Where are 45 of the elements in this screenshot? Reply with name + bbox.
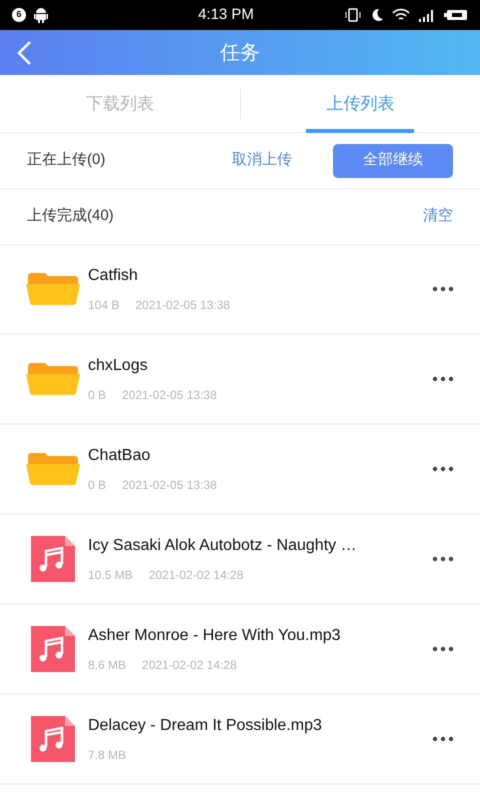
file-size: 0 B bbox=[88, 477, 106, 494]
file-name: Asher Monroe - Here With You.mp3 bbox=[88, 626, 342, 646]
music-file-icon bbox=[31, 536, 75, 582]
file-name: ChatBao bbox=[88, 446, 152, 466]
file-date: 2021-02-02 14:28 bbox=[148, 567, 244, 584]
battery-icon bbox=[444, 8, 468, 22]
cancel-upload-link[interactable]: 取消上传 bbox=[232, 149, 292, 172]
vibrate-icon bbox=[344, 8, 362, 22]
notification-badge: 6 bbox=[12, 8, 26, 22]
resume-all-button[interactable]: 全部继续 bbox=[333, 144, 453, 178]
file-date: 2021-02-02 14:28 bbox=[142, 657, 237, 674]
music-file-icon bbox=[31, 626, 75, 672]
file-size: 10.5 MB bbox=[88, 567, 133, 584]
moon-icon bbox=[370, 8, 384, 22]
uploading-label: 正在上传(0) bbox=[27, 150, 106, 170]
file-date: 2021-02-05 13:38 bbox=[135, 297, 230, 314]
file-size: 7.8 MB bbox=[88, 747, 126, 764]
folder-icon bbox=[26, 452, 80, 486]
more-icon bbox=[432, 646, 454, 652]
file-date: 2021-02-05 13:38 bbox=[122, 477, 217, 494]
android-icon bbox=[34, 8, 48, 22]
file-size: 8.6 MB bbox=[88, 657, 126, 674]
file-name: Catfish bbox=[88, 266, 139, 286]
more-icon bbox=[432, 376, 454, 382]
file-name: Icy Sasaki Alok Autobotz - Naughty … bbox=[88, 536, 358, 556]
file-name: chxLogs bbox=[88, 356, 149, 376]
more-icon bbox=[432, 466, 454, 472]
file-date: 2021-02-05 13:38 bbox=[122, 387, 217, 404]
folder-icon bbox=[26, 272, 80, 306]
more-icon bbox=[432, 286, 454, 292]
page-title: 任务 bbox=[220, 40, 260, 66]
more-icon bbox=[432, 736, 454, 742]
wifi-icon bbox=[392, 8, 410, 22]
signal-icon bbox=[418, 8, 436, 22]
clear-link[interactable]: 清空 bbox=[423, 205, 453, 228]
tab[interactable]: 上传列表 bbox=[240, 74, 480, 132]
file-size: 0 B bbox=[88, 387, 106, 404]
file-name: Delacey - Dream It Possible.mp3 bbox=[88, 716, 323, 736]
tab[interactable]: 下载列表 bbox=[0, 74, 240, 132]
status-time: 4:13 PM bbox=[197, 4, 255, 25]
music-file-icon bbox=[31, 716, 75, 762]
file-size: 104 B bbox=[88, 297, 120, 314]
completed-label: 上传完成(40) bbox=[27, 206, 115, 226]
folder-icon bbox=[26, 362, 80, 396]
more-icon bbox=[432, 556, 454, 562]
